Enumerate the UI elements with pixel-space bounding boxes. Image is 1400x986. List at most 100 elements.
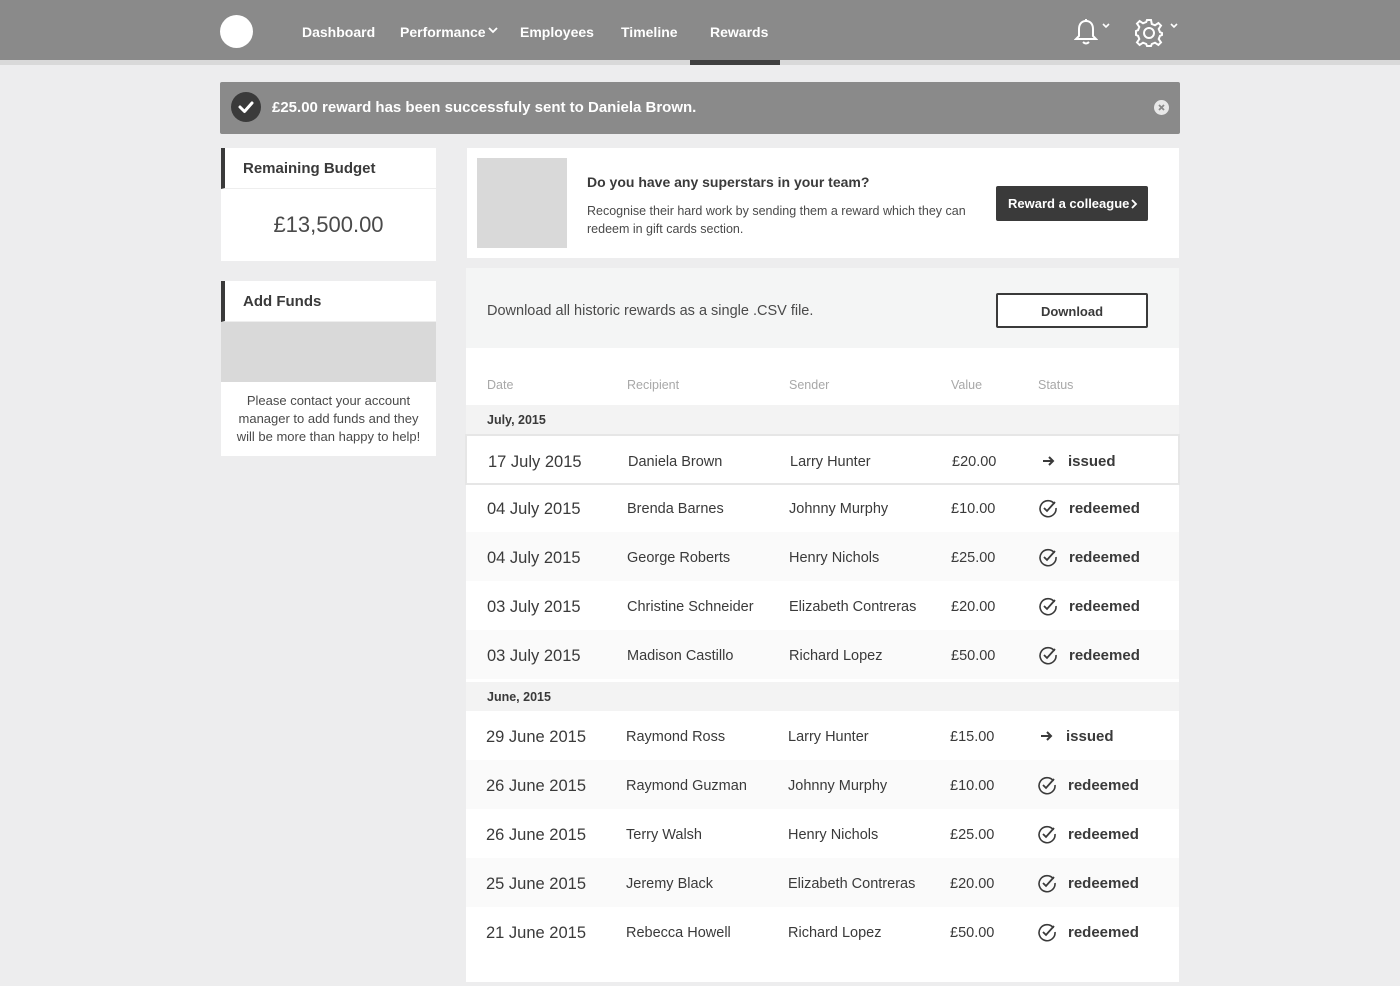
budget-title: Remaining Budget [221, 148, 436, 189]
download-button[interactable]: Download [996, 293, 1148, 328]
table-row[interactable]: 25 June 2015 Jeremy Black Elizabeth Cont… [466, 858, 1179, 907]
download-section: Download all historic rewards as a singl… [466, 268, 1179, 348]
cell-date: 04 July 2015 [487, 549, 581, 567]
cell-sender: Elizabeth Contreras [788, 876, 916, 892]
chevron-right-icon [1131, 199, 1138, 209]
alert-message: £25.00 reward has been successfuly sent … [272, 99, 697, 116]
header-value: Value [951, 378, 983, 392]
arrow-right-icon [1041, 731, 1053, 741]
promo-title: Do you have any superstars in your team? [587, 174, 870, 190]
check-circle-icon [1039, 499, 1057, 518]
cell-value: £50.00 [950, 925, 995, 941]
cell-value: £15.00 [950, 729, 995, 745]
check-circle-icon [1039, 597, 1057, 616]
cell-status: redeemed [1069, 500, 1140, 517]
cell-recipient: Christine Schneider [627, 599, 754, 615]
cell-date: 03 July 2015 [487, 647, 581, 665]
table-row[interactable]: 17 July 2015 Daniela Brown Larry Hunter … [465, 434, 1180, 485]
cell-recipient: Terry Walsh [626, 827, 702, 843]
check-circle-icon [1038, 923, 1056, 942]
funds-image [221, 322, 436, 382]
cell-status: redeemed [1068, 875, 1139, 892]
reward-colleague-button[interactable]: Reward a colleague [996, 186, 1148, 221]
group-label: July, 2015 [487, 413, 546, 427]
cell-sender: Elizabeth Contreras [789, 599, 917, 615]
cell-value: £25.00 [950, 827, 995, 843]
cell-recipient: George Roberts [627, 550, 731, 566]
budget-value: £13,500.00 [273, 212, 384, 237]
cell-date: 29 June 2015 [486, 728, 587, 746]
cell-date: 03 July 2015 [487, 598, 581, 616]
cell-sender: Johnny Murphy [789, 501, 889, 517]
cell-recipient: Rebecca Howell [626, 925, 731, 941]
check-circle-icon [1038, 825, 1056, 844]
cell-date: 26 June 2015 [486, 777, 587, 795]
cell-value: £20.00 [952, 454, 997, 470]
nav-performance[interactable]: Performance [400, 24, 486, 40]
cell-value: £20.00 [951, 599, 996, 615]
cell-status: redeemed [1069, 598, 1140, 615]
promo-image [477, 158, 567, 248]
cell-value: £20.00 [950, 876, 995, 892]
cell-status: issued [1068, 453, 1116, 470]
cell-sender: Larry Hunter [788, 729, 869, 745]
cell-status: redeemed [1069, 647, 1140, 664]
group-header: July, 2015 [466, 405, 1179, 434]
logo[interactable] [220, 15, 253, 48]
cell-status: redeemed [1068, 826, 1139, 843]
arrow-right-icon [1043, 456, 1055, 466]
table-row[interactable]: 03 July 2015 Madison Castillo Richard Lo… [466, 630, 1179, 679]
table-row[interactable]: 04 July 2015 Brenda Barnes Johnny Murphy… [466, 483, 1179, 532]
reward-colleague-label: Reward a colleague [1008, 196, 1130, 211]
header-status: Status [1038, 378, 1074, 392]
table-row[interactable]: 29 June 2015 Raymond Ross Larry Hunter £… [466, 711, 1179, 760]
table-row[interactable]: 03 July 2015 Christine Schneider Elizabe… [466, 581, 1179, 630]
table-row[interactable]: 26 June 2015 Terry Walsh Henry Nichols £… [466, 809, 1179, 858]
cell-recipient: Daniela Brown [628, 454, 723, 470]
cell-date: 21 June 2015 [486, 924, 587, 942]
nav-employees[interactable]: Employees [520, 24, 594, 40]
table-row[interactable]: 26 June 2015 Raymond Guzman Johnny Murph… [466, 760, 1179, 809]
notifications-button[interactable] [1073, 18, 1114, 48]
promo-card: Do you have any superstars in your team?… [467, 148, 1179, 258]
cell-date: 25 June 2015 [486, 875, 587, 893]
close-icon[interactable] [1154, 100, 1169, 115]
chevron-down-icon[interactable] [488, 26, 498, 34]
nav-dashboard[interactable]: Dashboard [302, 24, 375, 40]
cell-sender: Larry Hunter [790, 454, 871, 470]
cell-date: 26 June 2015 [486, 826, 587, 844]
cell-recipient: Brenda Barnes [627, 501, 724, 517]
cell-status: redeemed [1069, 549, 1140, 566]
cell-sender: Henry Nichols [789, 550, 880, 566]
check-circle-icon [1038, 874, 1056, 893]
check-icon [231, 92, 261, 122]
cell-status: redeemed [1068, 924, 1139, 941]
cell-status: issued [1066, 728, 1114, 745]
nav-timeline[interactable]: Timeline [621, 24, 678, 40]
group-label: June, 2015 [487, 690, 551, 704]
cell-sender: Richard Lopez [788, 925, 882, 941]
settings-button[interactable] [1134, 18, 1182, 48]
cell-sender: Richard Lopez [789, 648, 883, 664]
table-row[interactable]: 04 July 2015 George Roberts Henry Nichol… [466, 532, 1179, 581]
header-sender: Sender [789, 378, 830, 392]
cell-value: £10.00 [951, 501, 996, 517]
promo-description: Recognise their hard work by sending the… [587, 204, 966, 236]
cell-sender: Johnny Murphy [788, 778, 888, 794]
cell-recipient: Raymond Guzman [626, 778, 747, 794]
table-row[interactable]: 21 June 2015 Rebecca Howell Richard Lope… [466, 907, 1179, 956]
header-date: Date [487, 378, 514, 392]
rewards-table: Date Recipient Sender Value Status July,… [465, 348, 1180, 982]
top-navbar: Dashboard Performance Employees Timeline… [0, 0, 1400, 60]
check-circle-icon [1038, 776, 1056, 795]
nav-active-indicator [690, 60, 780, 65]
chevron-down-icon [1170, 23, 1178, 29]
cell-status: redeemed [1068, 777, 1139, 794]
gear-icon [1135, 19, 1163, 47]
nav-rewards[interactable]: Rewards [710, 24, 768, 40]
cell-value: £10.00 [950, 778, 995, 794]
budget-card: Remaining Budget £13,500.00 [221, 148, 436, 261]
cell-recipient: Madison Castillo [627, 648, 734, 664]
funds-title: Add Funds [221, 281, 436, 322]
cell-date: 17 July 2015 [488, 453, 582, 471]
